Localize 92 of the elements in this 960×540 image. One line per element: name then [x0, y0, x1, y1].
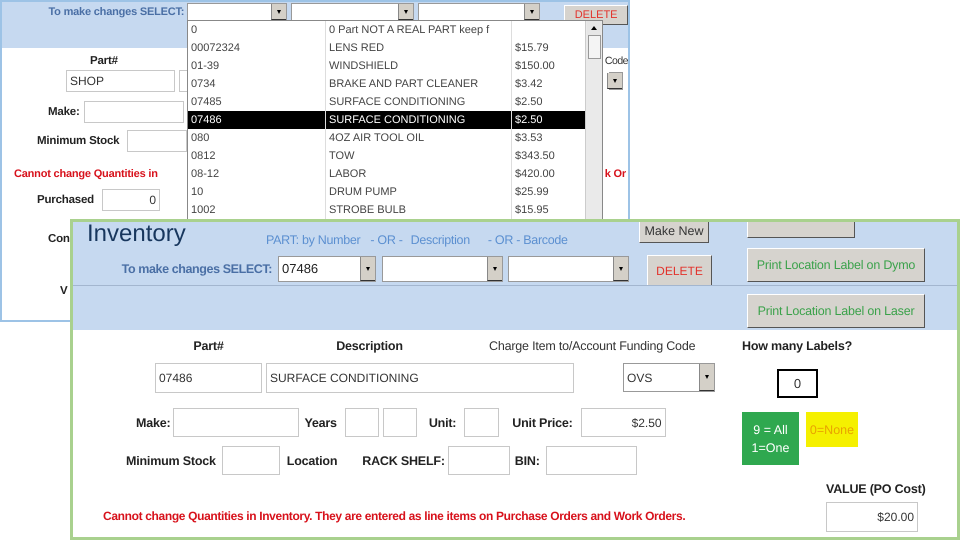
unit-price-field[interactable]: $2.50: [580, 408, 666, 437]
bin-label: BIN:: [514, 454, 540, 468]
minimum-stock-label: Minimum Stock: [37, 135, 120, 147]
search-hint: - OR - Barcode: [488, 233, 568, 248]
year-from-field[interactable]: [344, 408, 379, 437]
label-count-hint: 0=None: [806, 412, 858, 447]
description-field[interactable]: SURFACE CONDITIONING: [266, 363, 574, 393]
make-new-button[interactable]: Make New: [639, 222, 709, 243]
funding-code-combo[interactable]: OVS: [623, 363, 715, 392]
part-price: $3.42: [514, 77, 544, 92]
minimum-stock-field[interactable]: [127, 130, 188, 152]
label-count-field[interactable]: 0: [777, 369, 818, 398]
search-hint: PART: by Number: [266, 233, 360, 248]
warning-text: k Or: [604, 168, 626, 180]
part-price: $2.50: [514, 95, 544, 110]
minimum-stock-label: Minimum Stock: [126, 454, 216, 468]
dropdown-row[interactable]: 08-12 LABOR $420.00: [188, 165, 585, 183]
scroll-up-icon[interactable]: [587, 21, 601, 35]
value-field[interactable]: $20.00: [826, 502, 918, 532]
close-form-button[interactable]: [747, 222, 855, 238]
purchased-field[interactable]: 0: [102, 189, 160, 211]
field-label: V: [60, 285, 68, 297]
purchased-label: Purchased: [37, 194, 94, 206]
unit-label: Unit:: [428, 416, 456, 430]
part-label: Part#: [90, 55, 118, 67]
part-description: LABOR: [326, 165, 512, 183]
part-combo[interactable]: 07486: [278, 256, 376, 282]
part-label: Part#: [192, 339, 225, 353]
part-price: $150.00: [514, 59, 556, 74]
dropdown-row[interactable]: 07486 SURFACE CONDITIONING $2.50: [188, 111, 585, 129]
part-number: 0734: [188, 75, 326, 93]
part-description: 0 Part NOT A REAL PART keep f: [326, 21, 512, 39]
minimum-stock-field[interactable]: [222, 446, 280, 475]
part-number: 01-39: [188, 57, 326, 75]
location-label: Location: [286, 454, 338, 468]
dropdown-row[interactable]: 0734 BRAKE AND PART CLEANER $3.42: [188, 75, 585, 93]
part-price: $15.95: [514, 203, 550, 218]
description-label: Description: [335, 339, 404, 353]
part-price: $2.50: [514, 113, 544, 128]
unit-field[interactable]: [464, 408, 500, 437]
part-field[interactable]: SHOP: [66, 70, 175, 92]
part-description: DRUM PUMP: [326, 183, 512, 201]
year-to-field[interactable]: [382, 408, 417, 437]
scrollbar[interactable]: [585, 21, 602, 219]
rack-shelf-label: RACK SHELF:: [362, 454, 445, 468]
unit-price-label: Unit Price:: [512, 416, 573, 430]
warning-text: Cannot change Quantities in: [14, 168, 158, 180]
funding-code-label: Charge Item to/Account Funding Code: [489, 339, 696, 353]
part-price: $343.50: [514, 149, 556, 164]
make-label: Make:: [136, 416, 170, 430]
dropdown-row[interactable]: 10 DRUM PUMP $25.99: [188, 183, 585, 201]
make-field[interactable]: [173, 408, 300, 437]
part-price: $15.79: [514, 41, 550, 56]
dropdown-row[interactable]: 01-39 WINDSHIELD $150.00: [188, 57, 585, 75]
make-field[interactable]: [84, 101, 184, 123]
field-label: Con: [48, 233, 70, 245]
dropdown-row[interactable]: 080 4OZ AIR TOOL OIL $3.53: [188, 129, 585, 147]
part-number: 07486: [188, 111, 326, 129]
part-field[interactable]: 07486: [155, 363, 262, 393]
value-label: VALUE (PO Cost): [826, 482, 926, 496]
part-price: $420.00: [514, 167, 556, 182]
part-number: 0812: [188, 147, 326, 165]
part-number: 08-12: [188, 165, 326, 183]
part-number: 10: [188, 183, 326, 201]
part-description: TOW: [326, 147, 512, 165]
make-label: Make:: [48, 106, 80, 118]
bin-field[interactable]: [546, 446, 637, 475]
warning-text: Cannot change Quantities in Inventory. They are entered as line items on Purchase Orders and Work Orders.: [103, 509, 686, 523]
years-label: Years: [304, 416, 337, 430]
part-description: SURFACE CONDITIONING: [326, 111, 512, 129]
part-number: 00072324: [188, 39, 326, 57]
part-price: $25.99: [514, 185, 550, 200]
rack-shelf-field[interactable]: [448, 446, 510, 475]
part-description: 4OZ AIR TOOL OIL: [326, 129, 512, 147]
part-description: WINDSHIELD: [326, 57, 512, 75]
scroll-thumb[interactable]: [588, 35, 600, 59]
code-label: Code: [604, 55, 628, 67]
hint-all: 9 = All: [753, 422, 788, 436]
part-description: LENS RED: [326, 39, 512, 57]
dropdown-row[interactable]: 00072324 LENS RED $15.79: [188, 39, 585, 57]
select-label: To make changes SELECT:: [47, 5, 186, 18]
form-title: Inventory: [87, 222, 187, 248]
dropdown-row[interactable]: 0812 TOW $343.50: [188, 147, 585, 165]
search-hint: Description: [410, 233, 470, 248]
search-hint: - OR -: [370, 233, 403, 248]
select-label: To make changes SELECT:: [120, 262, 273, 276]
part-description: BRAKE AND PART CLEANER: [326, 75, 512, 93]
label-count-label: How many Labels?: [742, 338, 854, 355]
part-price: $3.53: [514, 131, 544, 146]
part-number: 080: [188, 129, 326, 147]
part-number: 0: [188, 21, 326, 39]
hint-one: 1=One: [752, 440, 790, 454]
